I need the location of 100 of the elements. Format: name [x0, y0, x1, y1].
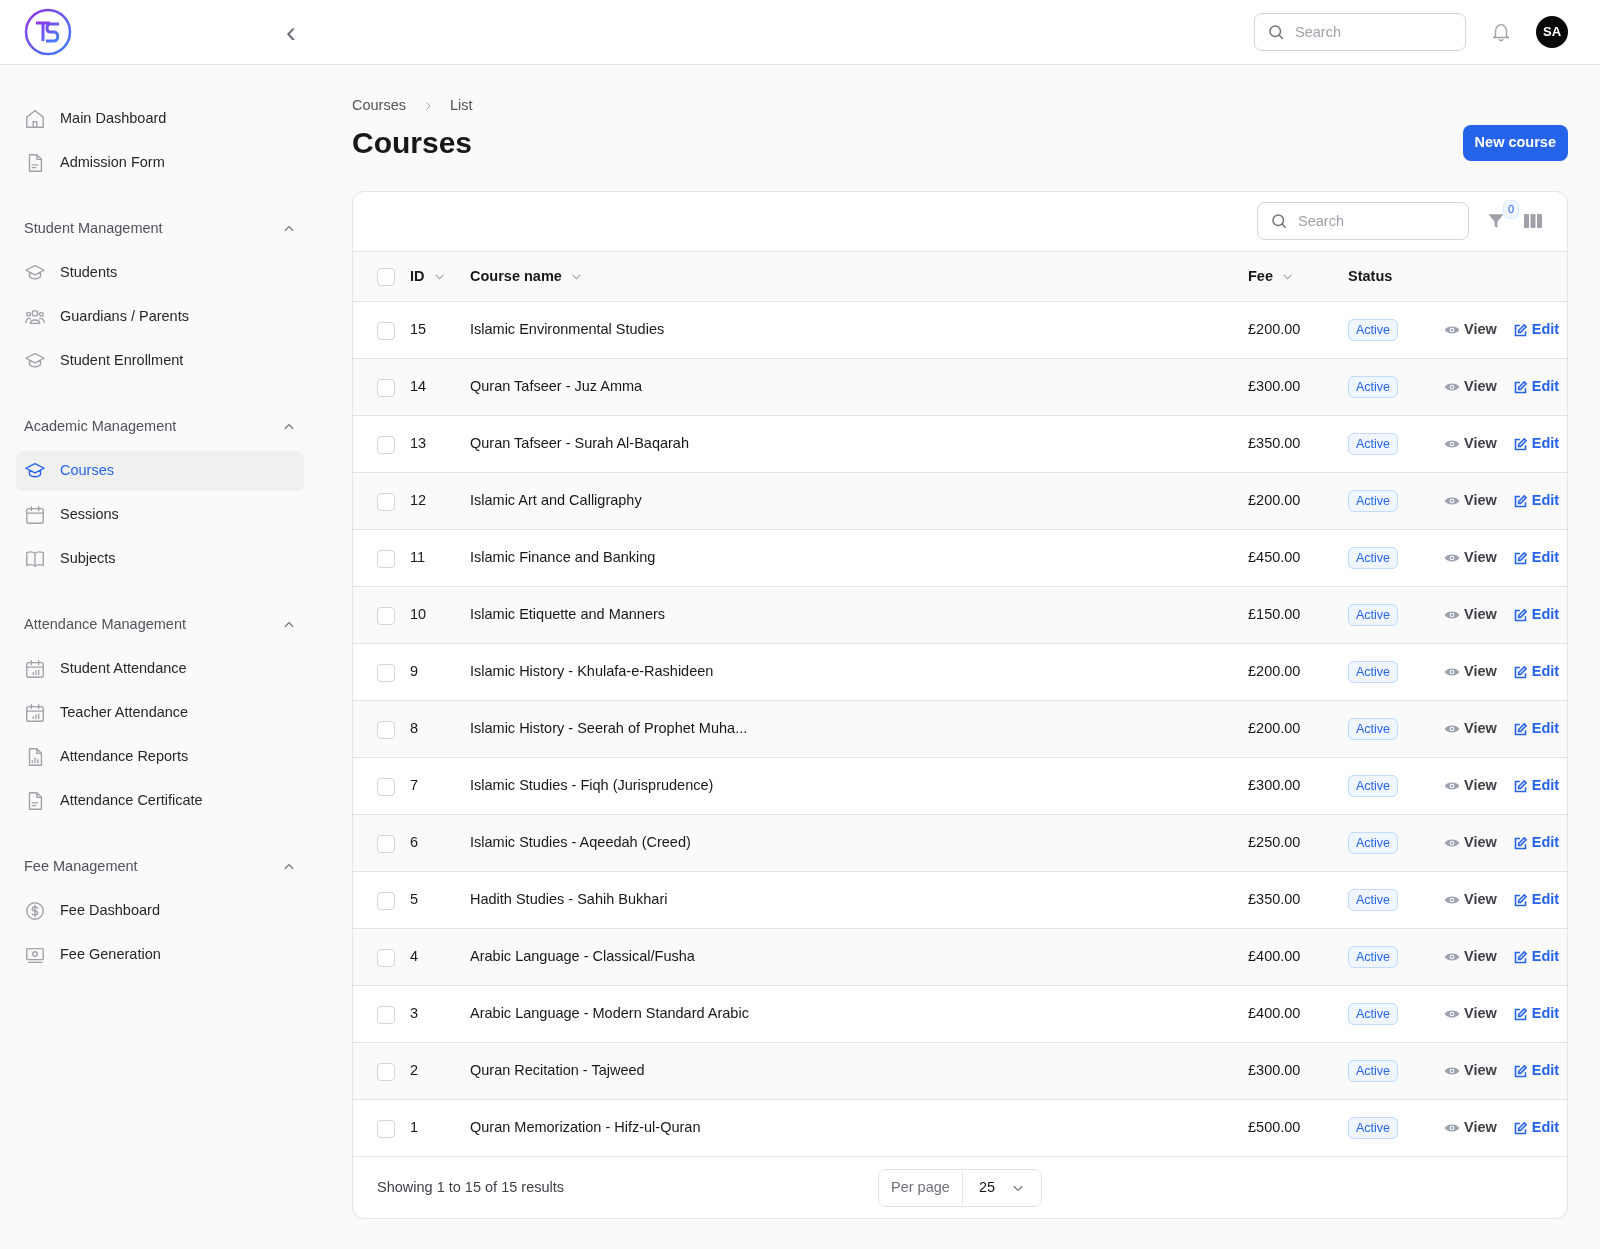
row-checkbox[interactable]	[377, 435, 395, 454]
row-checkbox[interactable]	[377, 549, 395, 568]
sidebar-item[interactable]: Students	[16, 253, 304, 293]
edit-link[interactable]: Edit	[1512, 433, 1560, 456]
row-checkbox[interactable]	[377, 492, 395, 511]
filter-icon[interactable]	[1487, 212, 1505, 231]
view-link[interactable]: View	[1444, 832, 1497, 855]
select-all-checkbox[interactable]	[377, 267, 395, 286]
edit-link[interactable]: Edit	[1512, 889, 1560, 912]
row-checkbox[interactable]	[377, 378, 395, 397]
results-summary: Showing 1 to 15 of 15 results	[377, 1177, 564, 1197]
sidebar-item[interactable]: Guardians / Parents	[16, 297, 304, 337]
table-search-field[interactable]: Search	[1257, 202, 1469, 241]
collapse-sidebar-button[interactable]: ‹	[286, 17, 296, 47]
fee-cell: £150.00	[1248, 606, 1301, 623]
sidebar-item[interactable]: Attendance Reports	[16, 737, 304, 777]
id-cell: 14	[410, 378, 427, 395]
edit-link[interactable]: Edit	[1512, 376, 1560, 399]
view-link[interactable]: View	[1444, 376, 1497, 399]
row-checkbox[interactable]	[377, 321, 395, 340]
edit-icon	[1512, 721, 1528, 737]
course-name-cell: Islamic Etiquette and Manners	[470, 606, 666, 623]
edit-link[interactable]: Edit	[1512, 832, 1560, 855]
status-badge: Active	[1348, 376, 1399, 399]
edit-icon	[1512, 1006, 1528, 1022]
bell-icon[interactable]	[1490, 21, 1512, 43]
user-avatar[interactable]: SA	[1536, 16, 1568, 48]
view-link[interactable]: View	[1444, 433, 1497, 456]
row-checkbox[interactable]	[377, 777, 395, 796]
row-checkbox[interactable]	[377, 1062, 395, 1081]
edit-icon	[1512, 835, 1528, 851]
row-checkbox[interactable]	[377, 663, 395, 682]
edit-link[interactable]: Edit	[1512, 1003, 1560, 1026]
edit-link[interactable]: Edit	[1512, 1117, 1560, 1140]
sidebar-item[interactable]: Courses	[16, 451, 304, 491]
row-checkbox[interactable]	[377, 720, 395, 739]
sidebar-item[interactable]: Subjects	[16, 539, 304, 579]
row-checkbox[interactable]	[377, 891, 395, 910]
fee-cell: £200.00	[1248, 720, 1301, 737]
edit-link[interactable]: Edit	[1512, 319, 1560, 342]
sidebar-item[interactable]: Attendance Certificate	[16, 781, 304, 821]
fee-cell: £400.00	[1248, 1005, 1301, 1022]
view-link[interactable]: View	[1444, 1117, 1497, 1140]
view-link[interactable]: View	[1444, 490, 1497, 513]
row-checkbox[interactable]	[377, 606, 395, 625]
view-link[interactable]: View	[1444, 718, 1497, 741]
status-badge: Active	[1348, 1060, 1399, 1083]
edit-link[interactable]: Edit	[1512, 604, 1560, 627]
calendar-chart-icon	[24, 702, 46, 724]
id-cell: 11	[410, 549, 426, 566]
view-link[interactable]: View	[1444, 604, 1497, 627]
dollar-icon	[24, 900, 46, 922]
edit-link[interactable]: Edit	[1512, 490, 1560, 513]
status-badge: Active	[1348, 547, 1399, 570]
column-header[interactable]: Course name	[470, 265, 583, 288]
row-checkbox[interactable]	[377, 1119, 395, 1138]
edit-icon	[1512, 664, 1528, 680]
search-field[interactable]: Search	[1254, 13, 1466, 51]
row-checkbox[interactable]	[377, 1005, 395, 1024]
sidebar-item[interactable]: Fee Generation	[16, 935, 304, 975]
edit-link[interactable]: Edit	[1512, 547, 1560, 570]
view-link[interactable]: View	[1444, 319, 1497, 342]
view-link[interactable]: View	[1444, 1003, 1497, 1026]
edit-link[interactable]: Edit	[1512, 1060, 1560, 1083]
course-name-cell: Islamic Environmental Studies	[470, 321, 665, 338]
calendar-icon	[24, 504, 46, 526]
view-link[interactable]: View	[1444, 661, 1497, 684]
new-course-button[interactable]: New course	[1462, 124, 1568, 161]
view-link[interactable]: View	[1444, 889, 1497, 912]
sidebar-item[interactable]: Main Dashboard	[16, 99, 304, 139]
id-cell: 7	[410, 777, 419, 794]
sidebar-item[interactable]: Admission Form	[16, 143, 304, 183]
per-page-select[interactable]: 25	[962, 1176, 1041, 1199]
breadcrumb-link[interactable]: Courses	[352, 95, 406, 117]
edit-link[interactable]: Edit	[1512, 718, 1560, 741]
per-page-label: Per page	[879, 1169, 963, 1206]
sidebar-item[interactable]: Student Attendance	[16, 649, 304, 689]
row-checkbox[interactable]	[377, 948, 395, 967]
id-cell: 10	[410, 606, 427, 623]
view-link[interactable]: View	[1444, 547, 1497, 570]
edit-link[interactable]: Edit	[1512, 775, 1560, 798]
section-title: Attendance Management	[23, 615, 188, 635]
view-link[interactable]: View	[1444, 775, 1497, 798]
view-link[interactable]: View	[1444, 946, 1497, 969]
row-checkbox[interactable]	[377, 834, 395, 853]
columns-icon[interactable]	[1523, 212, 1543, 231]
sidebar-item[interactable]: Sessions	[16, 495, 304, 535]
calendar-chart-icon	[24, 658, 46, 680]
fee-cell: £350.00	[1248, 435, 1301, 452]
edit-link[interactable]: Edit	[1512, 661, 1560, 684]
sidebar-item[interactable]: Student Enrollment	[16, 341, 304, 381]
sidebar-item[interactable]: Fee Dashboard	[16, 891, 304, 931]
logo[interactable]	[24, 8, 72, 56]
fee-cell: £350.00	[1248, 891, 1301, 908]
breadcrumb-link[interactable]: List	[450, 95, 473, 117]
view-link[interactable]: View	[1444, 1060, 1497, 1083]
edit-link[interactable]: Edit	[1512, 946, 1560, 969]
sidebar-item[interactable]: Teacher Attendance	[16, 693, 304, 733]
fee-cell: £200.00	[1248, 663, 1301, 680]
edit-icon	[1512, 322, 1528, 338]
